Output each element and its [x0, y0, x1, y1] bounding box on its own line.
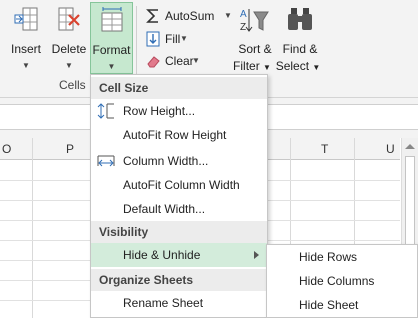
find-select-label-1: Find & [282, 42, 318, 56]
format-cells-icon [99, 7, 125, 37]
format-button[interactable]: Format ▼ [90, 2, 133, 74]
column-width-label: Column Width... [123, 154, 209, 168]
menu-item-default-width[interactable]: Default Width... [91, 197, 267, 221]
menu-item-autofit-column-width[interactable]: AutoFit Column Width [91, 173, 267, 197]
chevron-down-icon: ▼ [107, 62, 116, 71]
chevron-right-icon [254, 251, 259, 259]
column-header-u[interactable]: U [386, 142, 395, 156]
delete-label: Delete [51, 42, 87, 56]
menu-item-hide-unhide[interactable]: Hide & Unhide [91, 243, 267, 267]
row-height-label: Row Height... [123, 104, 196, 118]
menu-item-rename-sheet[interactable]: Rename Sheet [91, 291, 267, 315]
fill-label: Fill [165, 32, 181, 46]
submenu-item-hide-columns[interactable]: Hide Columns [267, 269, 417, 293]
insert-label: Insert [10, 42, 41, 56]
grid-line [32, 138, 33, 318]
clear-button[interactable]: Clear ▼ [146, 51, 206, 71]
insert-cells-icon [13, 6, 39, 36]
insert-button[interactable]: Insert ▼ [4, 2, 48, 74]
column-header-p[interactable]: P [66, 142, 74, 156]
binoculars-icon [286, 6, 314, 38]
format-label: Format [92, 43, 131, 57]
delete-cells-icon [55, 6, 83, 36]
chevron-down-icon: ▼ [180, 34, 188, 43]
autosum-button[interactable]: AutoSum ▼ [146, 6, 232, 26]
menu-item-column-width[interactable]: Column Width... [91, 149, 267, 173]
chevron-down-icon: ▼ [192, 56, 200, 65]
autofit-column-width-label: AutoFit Column Width [123, 178, 240, 192]
chevron-down-icon: ▼ [224, 11, 232, 20]
sort-filter-label-1: Sort & [238, 42, 272, 56]
fill-down-icon [146, 31, 160, 53]
hide-unhide-submenu: Hide Rows Hide Columns Hide Sheet [266, 244, 418, 318]
sort-filter-icon: A Z [240, 6, 270, 38]
sigma-icon [146, 8, 160, 30]
default-width-label: Default Width... [123, 202, 206, 216]
section-organize-sheets: Organize Sheets [91, 269, 267, 291]
delete-button[interactable]: Delete ▼ [48, 2, 90, 74]
find-select-label-2: Select ▼ [275, 59, 321, 73]
format-dropdown-menu: Cell Size Row Height... AutoFit Row Heig… [90, 74, 268, 318]
clear-label: Clear [165, 54, 194, 68]
cells-group-label: Cells [59, 78, 86, 92]
find-select-button[interactable]: Find & Select ▼ [276, 2, 322, 74]
fill-button[interactable]: Fill ▼ [146, 29, 206, 49]
column-header-o[interactable]: O [2, 142, 11, 156]
autofit-row-height-label: AutoFit Row Height [123, 128, 227, 142]
svg-text:Z: Z [240, 22, 246, 33]
rename-sheet-label: Rename Sheet [123, 296, 204, 310]
menu-item-row-height[interactable]: Row Height... [91, 99, 267, 123]
menu-item-autofit-row-height[interactable]: AutoFit Row Height [91, 123, 267, 147]
section-cell-size: Cell Size [91, 77, 267, 99]
scroll-up-icon[interactable] [405, 144, 415, 149]
column-header-t[interactable]: T [321, 142, 328, 156]
submenu-item-hide-rows[interactable]: Hide Rows [267, 245, 417, 269]
eraser-icon [146, 53, 160, 75]
submenu-item-hide-sheet[interactable]: Hide Sheet [267, 293, 417, 317]
hide-unhide-label: Hide & Unhide [123, 248, 201, 262]
chevron-down-icon: ▼ [65, 61, 73, 70]
autosum-label: AutoSum [165, 9, 215, 23]
chevron-down-icon: ▼ [22, 61, 30, 70]
sort-filter-button[interactable]: A Z Sort & Filter ▼ [232, 2, 278, 74]
section-visibility: Visibility [91, 221, 267, 243]
svg-text:A: A [240, 9, 247, 20]
